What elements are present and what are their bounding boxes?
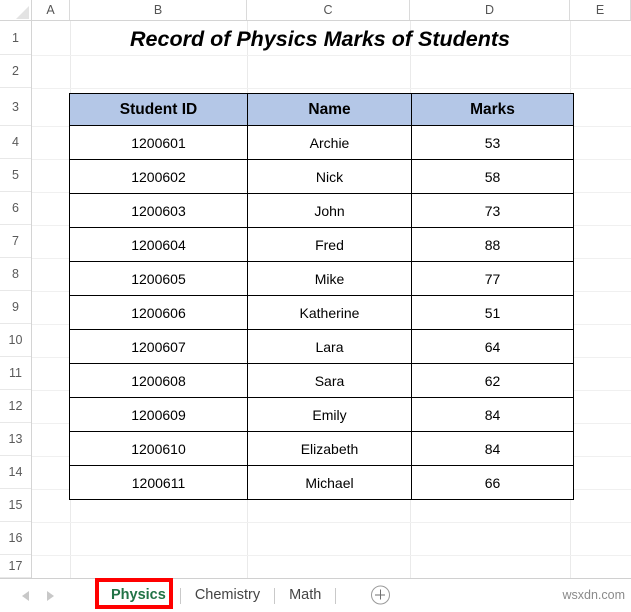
cell-student-marks[interactable]: 84	[411, 397, 574, 432]
cell-student-id[interactable]: 1200601	[69, 125, 248, 160]
nav-left-arrow-icon[interactable]	[22, 590, 29, 601]
row-header-8[interactable]: 8	[0, 258, 31, 291]
cell-student-marks[interactable]: 84	[411, 431, 574, 466]
spreadsheet-grid: ABCDE 1 2 3 4 5 6 7 8 9 10 11 12 13 14 15 16 17 Record o…	[0, 0, 631, 578]
column-header-b[interactable]: B	[70, 0, 247, 20]
table-row: 1200603 John 73	[69, 193, 574, 228]
cell-student-id[interactable]: 1200603	[69, 193, 248, 228]
row-header-7[interactable]: 7	[0, 225, 31, 258]
marks-table: Student ID Name Marks 1200601 Archie 53 120…	[69, 93, 574, 500]
tab-separator	[335, 587, 337, 604]
row-header-16[interactable]: 16	[0, 522, 31, 555]
cell-student-id[interactable]: 1200604	[69, 227, 248, 262]
row-header-5[interactable]: 5	[0, 159, 31, 192]
row-header-4[interactable]: 4	[0, 126, 31, 159]
row-header-6[interactable]: 6	[0, 192, 31, 225]
header-student-id[interactable]: Student ID	[69, 93, 248, 126]
nav-right-arrow-icon[interactable]	[47, 590, 54, 601]
row-header-14[interactable]: 14	[0, 456, 31, 489]
row-header-column: 1 2 3 4 5 6 7 8 9 10 11 12 13 14 15 16 17	[0, 21, 32, 578]
sheet-tab-bar: Physics Chemistry Math wsxdn.com	[0, 578, 631, 612]
row-header-9[interactable]: 9	[0, 291, 31, 324]
column-header-d[interactable]: D	[410, 0, 570, 20]
table-body: 1200601 Archie 53 1200602 Nick 58 1200603 John 7…	[69, 125, 574, 500]
page-title[interactable]: Record of Physics Marks of Students	[70, 22, 570, 56]
cell-student-marks[interactable]: 64	[411, 329, 574, 364]
cell-student-marks[interactable]: 73	[411, 193, 574, 228]
table-row: 1200611 Michael 66	[69, 465, 574, 500]
cell-student-id[interactable]: 1200610	[69, 431, 248, 466]
cell-student-marks[interactable]: 62	[411, 363, 574, 398]
table-row: 1200606 Katherine 51	[69, 295, 574, 330]
select-all-corner[interactable]	[0, 0, 32, 21]
column-header-e[interactable]: E	[570, 0, 631, 20]
grid-line-horizontal	[32, 522, 631, 523]
watermark: wsxdn.com	[562, 588, 625, 602]
row-header-11[interactable]: 11	[0, 357, 31, 390]
cell-student-name[interactable]: Michael	[247, 465, 412, 500]
cell-student-name[interactable]: John	[247, 193, 412, 228]
table-row: 1200604 Fred 88	[69, 227, 574, 262]
row-header-1[interactable]: 1	[0, 21, 31, 55]
cell-student-name[interactable]: Mike	[247, 261, 412, 296]
row-header-2[interactable]: 2	[0, 55, 31, 88]
grid-line-horizontal	[32, 88, 631, 89]
cell-student-marks[interactable]: 77	[411, 261, 574, 296]
sheet-nav-arrows	[22, 579, 54, 612]
table-row: 1200609 Emily 84	[69, 397, 574, 432]
cell-student-name[interactable]: Katherine	[247, 295, 412, 330]
cell-student-marks[interactable]: 88	[411, 227, 574, 262]
row-header-12[interactable]: 12	[0, 390, 31, 423]
header-marks[interactable]: Marks	[411, 93, 574, 126]
cell-student-name[interactable]: Sara	[247, 363, 412, 398]
cell-student-name[interactable]: Nick	[247, 159, 412, 194]
cell-student-id[interactable]: 1200605	[69, 261, 248, 296]
table-header-row: Student ID Name Marks	[69, 93, 574, 126]
cell-student-id[interactable]: 1200606	[69, 295, 248, 330]
table-row: 1200605 Mike 77	[69, 261, 574, 296]
table-row: 1200610 Elizabeth 84	[69, 431, 574, 466]
plus-circle-icon[interactable]	[371, 585, 390, 605]
sheet-tab-math[interactable]: Math	[276, 579, 334, 612]
sheet-tabs: Physics Chemistry Math	[98, 579, 337, 612]
table-row: 1200607 Lara 64	[69, 329, 574, 364]
row-header-3[interactable]: 3	[0, 88, 31, 126]
cell-student-name[interactable]: Emily	[247, 397, 412, 432]
column-header-a[interactable]: A	[32, 0, 70, 20]
cell-student-id[interactable]: 1200608	[69, 363, 248, 398]
cell-student-marks[interactable]: 66	[411, 465, 574, 500]
row-header-10[interactable]: 10	[0, 324, 31, 357]
grid-line-horizontal	[32, 555, 631, 556]
cell-student-name[interactable]: Fred	[247, 227, 412, 262]
cell-student-name[interactable]: Elizabeth	[247, 431, 412, 466]
tab-separator	[274, 587, 276, 604]
tab-separator	[179, 587, 181, 604]
cell-student-id[interactable]: 1200611	[69, 465, 248, 500]
cell-student-marks[interactable]: 53	[411, 125, 574, 160]
cell-student-name[interactable]: Archie	[247, 125, 412, 160]
column-header-row: ABCDE	[0, 0, 631, 21]
row-header-15[interactable]: 15	[0, 489, 31, 522]
row-header-17[interactable]: 17	[0, 555, 31, 578]
sheet-tab-chemistry[interactable]: Chemistry	[182, 579, 273, 612]
cell-student-marks[interactable]: 51	[411, 295, 574, 330]
cell-student-id[interactable]: 1200602	[69, 159, 248, 194]
sheet-tab-physics[interactable]: Physics	[98, 579, 179, 612]
column-header-c[interactable]: C	[247, 0, 410, 20]
row-header-13[interactable]: 13	[0, 423, 31, 456]
table-row: 1200608 Sara 62	[69, 363, 574, 398]
cell-student-name[interactable]: Lara	[247, 329, 412, 364]
table-row: 1200601 Archie 53	[69, 125, 574, 160]
cell-student-id[interactable]: 1200607	[69, 329, 248, 364]
table-row: 1200602 Nick 58	[69, 159, 574, 194]
cell-student-id[interactable]: 1200609	[69, 397, 248, 432]
cell-student-marks[interactable]: 58	[411, 159, 574, 194]
select-all-triangle-icon	[16, 6, 29, 19]
header-name[interactable]: Name	[247, 93, 412, 126]
